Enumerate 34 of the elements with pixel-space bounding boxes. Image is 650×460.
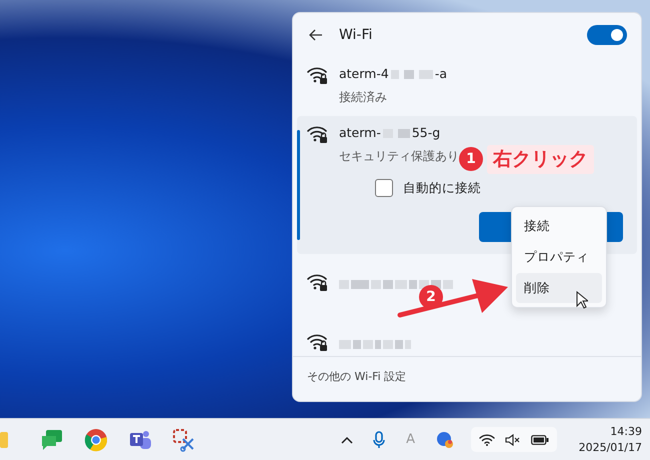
auto-connect-checkbox[interactable]	[375, 179, 393, 198]
wifi-toggle[interactable]	[587, 25, 627, 46]
battery-icon	[530, 434, 549, 444]
network-name: aterm-4	[339, 65, 389, 84]
panel-title: Wi-Fi	[339, 26, 372, 45]
network-name: aterm-	[339, 124, 381, 142]
wifi-lock-icon	[307, 332, 329, 352]
microphone-icon[interactable]	[372, 430, 385, 448]
clock-date[interactable]: 2025/01/17	[578, 440, 642, 456]
network-item[interactable]: aterm-4 -a 接続済み	[293, 57, 641, 116]
copilot-icon[interactable]	[436, 430, 454, 448]
wifi-lock-icon	[307, 124, 329, 144]
blurred-text	[390, 70, 433, 80]
wifi-lock-icon	[307, 272, 329, 292]
annotation-label: 右クリック	[487, 145, 594, 174]
menu-item[interactable]: 接続	[516, 211, 602, 242]
menu-item[interactable]: 削除	[516, 272, 602, 304]
wifi-icon	[478, 433, 495, 446]
back-arrow-icon[interactable]	[309, 29, 323, 42]
network-status: 接続済み	[339, 89, 387, 106]
chevron-up-icon[interactable]	[340, 436, 353, 444]
blurred-text	[382, 128, 410, 138]
chat-icon[interactable]	[40, 428, 64, 452]
wifi-lock-icon	[307, 65, 329, 86]
wifi-settings-link[interactable]: その他の Wi-Fi 設定	[293, 356, 641, 401]
checkbox-label: 自動的に接続	[403, 178, 481, 197]
speaker-muted-icon	[504, 434, 521, 446]
browser-icon[interactable]	[84, 428, 108, 452]
clock-time[interactable]: 14:39	[578, 424, 642, 440]
network-status: セキュリティ保護あり	[339, 148, 459, 165]
network-name: 55-g	[412, 124, 440, 142]
blurred-text	[339, 340, 411, 348]
system-tray[interactable]	[470, 427, 557, 452]
network-name: -a	[434, 65, 447, 84]
